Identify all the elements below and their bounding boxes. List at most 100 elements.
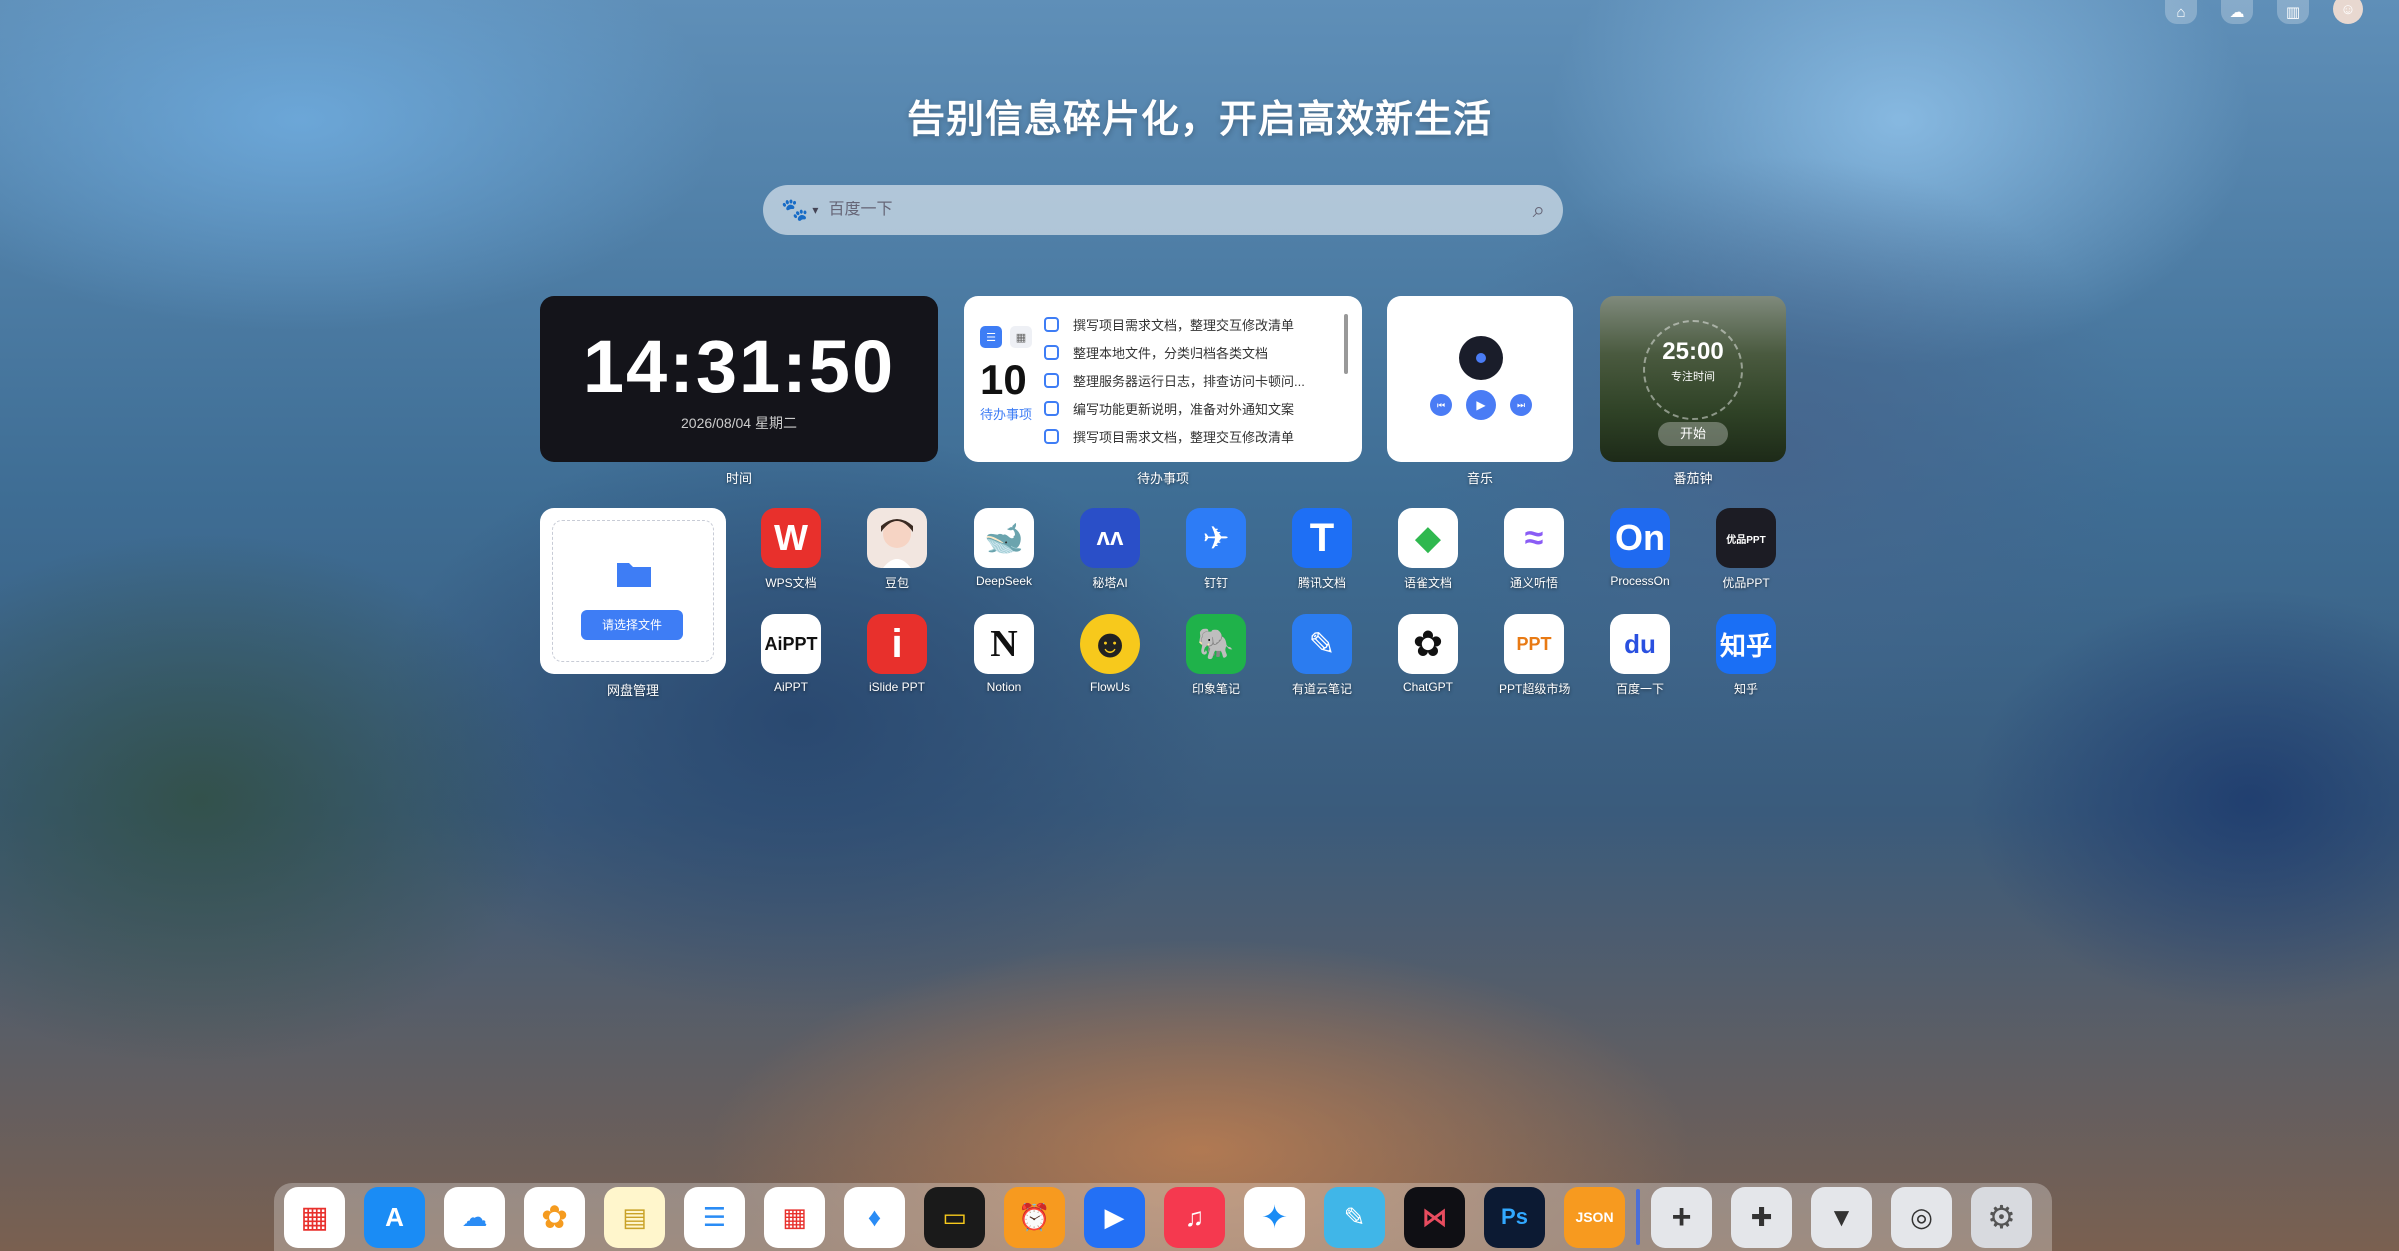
play-icon[interactable]: ▶ <box>1466 390 1496 420</box>
app-islide[interactable]: i iSlide PPT <box>862 614 932 694</box>
previous-track-icon[interactable]: ⏮ <box>1430 394 1452 416</box>
app-processon[interactable]: On ProcessOn <box>1605 508 1675 588</box>
home-icon[interactable]: ⌂ <box>2165 0 2197 24</box>
dingtalk-icon: ✈ <box>1186 508 1246 568</box>
notes-icon[interactable]: ▤ <box>604 1186 665 1248</box>
ppt-market-icon: PPT <box>1504 614 1564 674</box>
todo-widget: ☰ ▦ 10 待办事项 撰写项目需求文档，整理交互修改清单 整理本地文件，分类归… <box>964 296 1362 462</box>
search-icon[interactable]: ⌕ <box>1533 197 1545 223</box>
netdisk-caption: 网盘管理 <box>606 683 659 698</box>
app-chatgpt[interactable]: ✿ ChatGPT <box>1393 614 1463 694</box>
calendar-icon[interactable]: ▦ <box>764 1186 825 1248</box>
keynote-icon[interactable]: ♦ <box>844 1186 905 1248</box>
zhihu-icon: 知乎 <box>1716 614 1776 674</box>
checkbox[interactable] <box>1044 344 1059 360</box>
pomodoro-caption: 番茄钟 <box>1673 471 1713 486</box>
todo-count-label: 待办事项 <box>980 407 1033 422</box>
json-icon[interactable]: JSON <box>1564 1186 1625 1248</box>
plugin-icon[interactable]: ✚ <box>1731 1186 1792 1248</box>
list-view-icon[interactable]: ☰ <box>980 326 1002 348</box>
camera-settings-icon[interactable]: ◎ <box>1891 1186 1952 1248</box>
user-avatar[interactable]: ☺ <box>2333 0 2363 24</box>
todo-caption: 待办事项 <box>1136 471 1189 486</box>
music-icon[interactable]: ♫ <box>1164 1186 1225 1248</box>
app-tingwu[interactable]: ≈ 通义听悟 <box>1499 508 1569 591</box>
youpin-ppt-icon: 优品PPT <box>1716 508 1776 568</box>
processon-icon: On <box>1610 508 1670 568</box>
checkbox[interactable] <box>1044 428 1059 444</box>
safari-icon[interactable]: ✦ <box>1244 1186 1305 1248</box>
music-caption: 音乐 <box>1466 471 1493 486</box>
todo-list: 撰写项目需求文档，整理交互修改清单 整理本地文件，分类归档各类文档 整理服务器运… <box>1044 296 1362 462</box>
todo-item[interactable]: 整理本地文件，分类归档各类文档 <box>1044 338 1362 366</box>
launchpad-icon[interactable]: ▦ <box>284 1186 345 1248</box>
photoshop-icon[interactable]: Ps <box>1484 1186 1545 1248</box>
add-icon[interactable]: + <box>1651 1186 1712 1248</box>
search-engine-selector[interactable]: 🐾 ▾ <box>781 197 818 223</box>
select-file-button[interactable]: 请选择文件 <box>581 610 683 640</box>
photos-icon[interactable]: ✿ <box>524 1186 585 1248</box>
deepseek-icon: 🐋 <box>974 508 1034 568</box>
app-flowus[interactable]: ☻ FlowUs <box>1075 614 1145 694</box>
clock-time: 14:31:50 <box>582 325 896 408</box>
tingwu-icon: ≈ <box>1504 508 1564 568</box>
app-youpin-ppt[interactable]: 优品PPT 优品PPT <box>1711 508 1781 591</box>
app-dingtalk[interactable]: ✈ 钉钉 <box>1181 508 1251 591</box>
tencent-docs-icon: T <box>1292 508 1352 568</box>
app-youdao-note[interactable]: ✎ 有道云笔记 <box>1287 614 1357 697</box>
todo-item[interactable]: 整理服务器运行日志，排查访问卡顿问... <box>1044 366 1362 394</box>
app-zhihu[interactable]: 知乎 知乎 <box>1711 614 1781 697</box>
freeform-icon[interactable]: ✎ <box>1324 1186 1385 1248</box>
app-store-icon[interactable]: A <box>364 1186 425 1248</box>
baidu-icon: du <box>1610 614 1670 674</box>
flowus-icon: ☻ <box>1080 614 1140 674</box>
top-toolbar: ⌂ ☁ ▥ ☺ <box>2165 0 2363 24</box>
clock-date: 2026/08/04 星期二 <box>681 415 797 431</box>
todo-item[interactable]: 撰写项目需求文档，整理交互修改清单 <box>1044 422 1362 450</box>
baidu-paw-icon: 🐾 <box>781 197 809 222</box>
music-widget: ⏮ ▶ ⏭ <box>1387 296 1573 462</box>
clock-widget[interactable]: 14:31:50 2026/08/04 星期二 <box>540 296 938 462</box>
video-play-icon[interactable]: ▶ <box>1084 1186 1145 1248</box>
page-headline: 告别信息碎片化，开启高效新生活 <box>906 99 1492 141</box>
icloud-icon[interactable]: ☁ <box>444 1186 505 1248</box>
app-yuque[interactable]: ◆ 语雀文档 <box>1393 508 1463 591</box>
search-input[interactable] <box>828 201 1533 219</box>
grid-view-icon[interactable]: ▦ <box>1010 326 1032 348</box>
sidebar-icon[interactable]: ▥ <box>2277 0 2309 24</box>
checkbox[interactable] <box>1044 316 1059 332</box>
todo-item[interactable]: 撰写项目需求文档，整理交互修改清单 <box>1044 310 1362 338</box>
app-tencent-docs[interactable]: T 腾讯文档 <box>1287 508 1357 591</box>
todo-item[interactable]: 编写功能更新说明，准备对外通知文案 <box>1044 394 1362 422</box>
todo-count: 10 <box>980 356 1027 403</box>
chevron-down-icon: ▾ <box>812 203 819 217</box>
app-notion[interactable]: N Notion <box>969 614 1039 694</box>
islide-icon: i <box>867 614 927 674</box>
aippt-icon: AiPPT <box>761 614 821 674</box>
app-ppt-market[interactable]: PPT PPT超级市场 <box>1499 614 1570 697</box>
app-aippt[interactable]: AiPPT AiPPT <box>756 614 826 694</box>
dock-separator <box>1636 1189 1640 1245</box>
pomodoro-start-button[interactable]: 开始 <box>1658 422 1728 446</box>
notion-icon: N <box>974 614 1034 674</box>
app-metaso[interactable]: ʌʌ 秘塔AI <box>1075 508 1145 591</box>
checkbox[interactable] <box>1044 372 1059 388</box>
wallet-icon[interactable]: ▭ <box>924 1186 985 1248</box>
doubao-icon <box>867 508 927 568</box>
system-settings-icon[interactable]: ⚙ <box>1971 1186 2032 1248</box>
brush-icon[interactable]: ▼ <box>1811 1186 1872 1248</box>
capcut-icon[interactable]: ⋈ <box>1404 1186 1465 1248</box>
app-doubao[interactable]: 豆包 <box>862 508 932 591</box>
next-track-icon[interactable]: ⏭ <box>1510 394 1532 416</box>
app-wps[interactable]: W WPS文档 <box>756 508 826 591</box>
search-bar: 🐾 ▾ ⌕ <box>763 185 1563 235</box>
todo-scrollbar[interactable] <box>1344 314 1348 374</box>
cloud-icon[interactable]: ☁ <box>2221 0 2253 24</box>
reminders-icon[interactable]: ☰ <box>684 1186 745 1248</box>
app-evernote[interactable]: 🐘 印象笔记 <box>1181 614 1251 697</box>
app-baidu[interactable]: du 百度一下 <box>1605 614 1675 697</box>
folder-icon <box>617 563 651 587</box>
alarm-icon[interactable]: ⏰ <box>1004 1186 1065 1248</box>
app-deepseek[interactable]: 🐋 DeepSeek <box>969 508 1039 588</box>
checkbox[interactable] <box>1044 400 1059 416</box>
